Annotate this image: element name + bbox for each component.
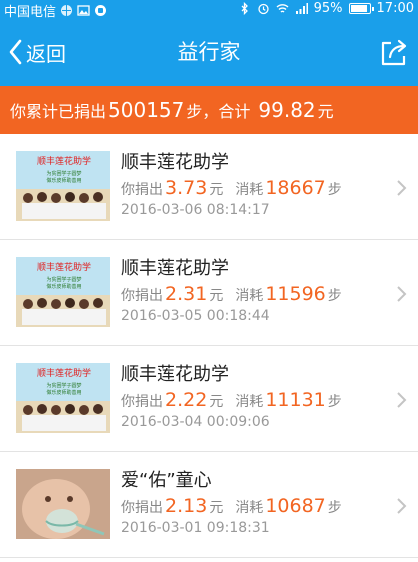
yuan-label: 元 xyxy=(209,182,224,198)
summary-steps-unit: 步，合计 xyxy=(186,102,251,121)
chevron-left-icon xyxy=(9,39,22,65)
donation-stats: 你捐出 2.22 元 消耗 11131 步 xyxy=(121,389,342,411)
chevron-right-icon xyxy=(397,498,407,514)
yuan-label: 元 xyxy=(209,288,224,304)
consumed-label: 消耗 xyxy=(235,500,264,516)
alarm-icon xyxy=(257,3,269,15)
donation-steps: 11131 xyxy=(265,389,326,411)
battery-icon xyxy=(348,3,374,14)
yuan-label: 元 xyxy=(209,394,224,410)
banner-subtitle: 为贫困学子圆梦 xyxy=(46,276,81,283)
donation-row[interactable]: 顺丰莲花助学 为贫困学子圆梦 做乐皮师助善用 顺丰莲花助学 你捐出 2.22 元… xyxy=(0,346,418,452)
banner-title: 顺丰莲花助学 xyxy=(37,261,91,273)
image-icon xyxy=(77,5,90,16)
banner-title: 顺丰莲花助学 xyxy=(37,367,91,379)
banner-subtitle: 做乐皮师助善用 xyxy=(46,389,81,396)
donation-info: 爱“佑”童心 你捐出 2.13 元 消耗 10687 步 2016-03-01 … xyxy=(121,466,342,536)
app-notification-icon xyxy=(95,5,107,16)
donation-amount: 2.22 xyxy=(165,389,208,411)
battery-level xyxy=(350,5,367,12)
steps-label: 步 xyxy=(327,182,342,198)
donation-row[interactable]: 顺丰莲花助学 为贫困学子圆梦 做乐皮师助善用 顺丰莲花助学 你捐出 3.73 元… xyxy=(0,134,418,240)
consumed-label: 消耗 xyxy=(235,288,264,304)
banner-subtitle: 做乐皮师助善用 xyxy=(46,283,81,290)
back-button[interactable]: 返回 xyxy=(6,18,66,86)
donation-stats: 你捐出 2.13 元 消耗 10687 步 xyxy=(121,495,342,517)
donated-label: 你捐出 xyxy=(121,288,163,304)
donated-label: 你捐出 xyxy=(121,500,163,516)
yuan-label: 元 xyxy=(209,500,224,516)
banner-subtitle: 为贫困学子圆梦 xyxy=(46,170,81,177)
donated-label: 你捐出 xyxy=(121,394,163,410)
donation-info: 顺丰莲花助学 你捐出 3.73 元 消耗 18667 步 2016-03-06 … xyxy=(121,148,342,218)
donated-label: 你捐出 xyxy=(121,182,163,198)
donation-amount: 3.73 xyxy=(165,177,208,199)
donation-date: 2016-03-06 08:14:17 xyxy=(121,202,270,218)
summary-prefix: 你累计已捐出 xyxy=(10,102,107,121)
chevron-right-icon xyxy=(397,180,407,196)
donation-steps: 10687 xyxy=(265,495,326,517)
donation-date: 2016-03-01 09:18:31 xyxy=(121,520,270,536)
project-title: 爱“佑”童心 xyxy=(121,470,212,491)
project-title: 顺丰莲花助学 xyxy=(121,364,229,385)
banner-subtitle: 为贫困学子圆梦 xyxy=(46,382,81,389)
consumed-label: 消耗 xyxy=(235,182,264,198)
donation-stats: 你捐出 3.73 元 消耗 18667 步 xyxy=(121,177,342,199)
project-thumbnail: 顺丰莲花助学 为贫困学子圆梦 做乐皮师助善用 xyxy=(16,363,110,433)
donation-stats: 你捐出 2.31 元 消耗 11596 步 xyxy=(121,283,342,305)
donation-steps: 18667 xyxy=(265,177,326,199)
banner-title: 顺丰莲花助学 xyxy=(37,155,91,167)
donation-date: 2016-03-04 00:09:06 xyxy=(121,414,270,430)
wifi-icon xyxy=(276,4,289,13)
nav-bar: 返回 益行家 xyxy=(0,18,418,86)
consumed-label: 消耗 xyxy=(235,394,264,410)
donation-list: 顺丰莲花助学 为贫困学子圆梦 做乐皮师助善用 顺丰莲花助学 你捐出 3.73 元… xyxy=(0,134,418,558)
chevron-right-icon xyxy=(397,286,407,302)
back-label: 返回 xyxy=(26,41,66,66)
bluetooth-icon xyxy=(241,2,248,15)
status-bar: 中国电信 95% 17:00 xyxy=(0,0,418,20)
donation-amount: 2.31 xyxy=(165,283,208,305)
banner-subtitle: 做乐皮师助善用 xyxy=(46,177,81,184)
donation-steps: 11596 xyxy=(265,283,326,305)
summary-amount-unit: 元 xyxy=(317,102,334,121)
project-thumbnail: 顺丰莲花助学 为贫困学子圆梦 做乐皮师助善用 xyxy=(16,151,110,221)
project-title: 顺丰莲花助学 xyxy=(121,258,229,279)
donation-amount: 2.13 xyxy=(165,495,208,517)
donation-info: 顺丰莲花助学 你捐出 2.22 元 消耗 11131 步 2016-03-04 … xyxy=(121,360,342,430)
share-icon[interactable] xyxy=(378,36,410,68)
globe-icon xyxy=(61,5,73,16)
project-title: 顺丰莲花助学 xyxy=(121,152,229,173)
battery-percent: 95% xyxy=(313,1,343,16)
summary-total-amount: 99.82 xyxy=(258,98,316,122)
steps-label: 步 xyxy=(327,288,342,304)
signal-icon xyxy=(295,3,308,14)
donation-summary-banner: 你累计已捐出 500157 步，合计 99.82 元 xyxy=(0,86,418,134)
status-time: 17:00 xyxy=(376,1,414,16)
donation-date: 2016-03-05 00:18:44 xyxy=(121,308,270,324)
steps-label: 步 xyxy=(327,500,342,516)
summary-total-steps: 500157 xyxy=(108,98,185,122)
project-thumbnail xyxy=(16,469,110,539)
chevron-right-icon xyxy=(397,392,407,408)
steps-label: 步 xyxy=(327,394,342,410)
donation-row[interactable]: 爱“佑”童心 你捐出 2.13 元 消耗 10687 步 2016-03-01 … xyxy=(0,452,418,558)
project-thumbnail: 顺丰莲花助学 为贫困学子圆梦 做乐皮师助善用 xyxy=(16,257,110,327)
donation-row[interactable]: 顺丰莲花助学 为贫困学子圆梦 做乐皮师助善用 顺丰莲花助学 你捐出 2.31 元… xyxy=(0,240,418,346)
donation-info: 顺丰莲花助学 你捐出 2.31 元 消耗 11596 步 2016-03-05 … xyxy=(121,254,342,324)
